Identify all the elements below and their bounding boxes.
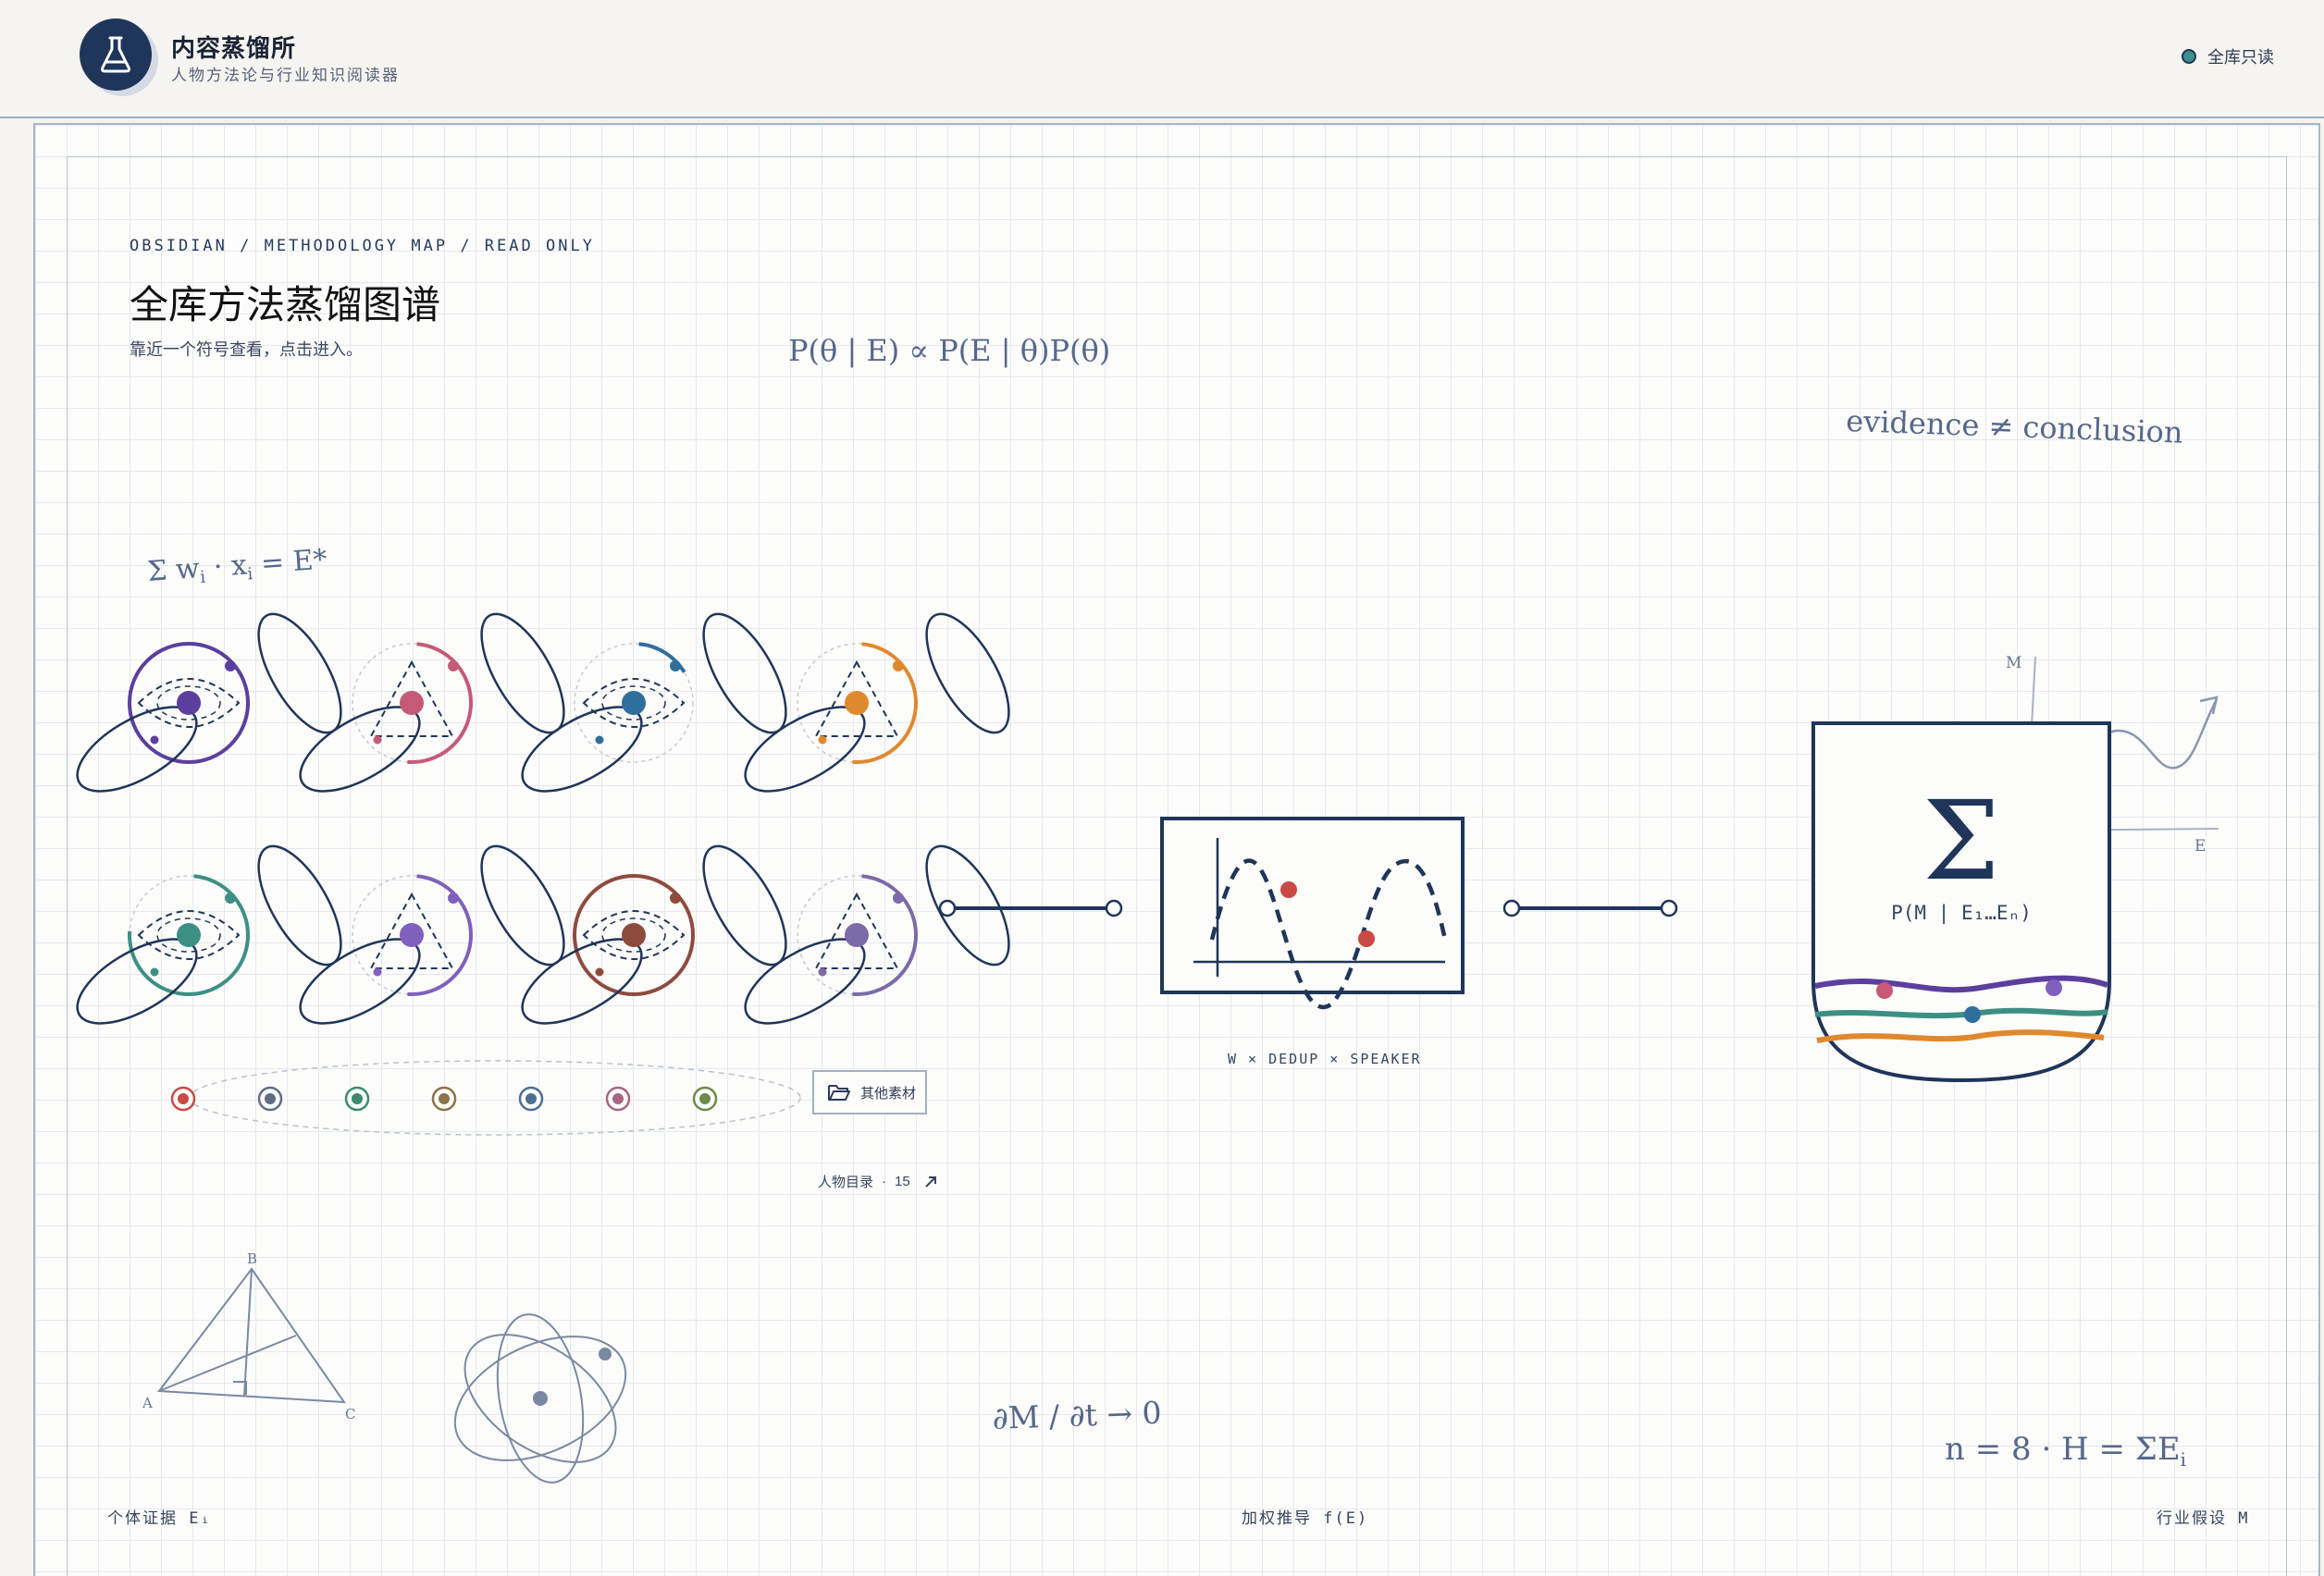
person-node[interactable] [65,834,357,1040]
person-satellite [818,967,827,977]
person-orbit [480,844,565,967]
person-node[interactable] [733,834,1025,1040]
directory-link-count: 15 [895,1174,910,1189]
formula-weighted-sum-rhs: = E* [251,543,328,581]
person-satellite [670,660,681,671]
other-materials-label: 其他素材 [860,1085,917,1102]
person-satellite [225,660,236,671]
person-orbit [257,844,342,967]
person-satellite [893,893,904,904]
extra-person-node[interactable] [344,1086,370,1112]
person-satellite [595,735,604,745]
person-node[interactable] [733,602,1025,808]
person-node[interactable] [288,602,580,808]
dedup-label: W × DEDUP × SPEAKER [1228,1051,1422,1067]
person-satellite [893,660,904,671]
extra-person-core [525,1093,537,1104]
extra-person-core [352,1093,363,1104]
directory-link-label: 人物目录 [818,1175,874,1190]
aggregate-label: P(M | E₁…Eₙ) [1891,902,2032,925]
extra-person-core [439,1093,450,1104]
footer-center-label: 加权推导 f(E) [1242,1509,1369,1528]
person-satellite [373,735,382,745]
person-satellite [150,735,159,745]
formula-count: n = 8 · H = ΣEi [1945,1431,2186,1471]
person-satellite [448,660,459,671]
formula-weighted-sum-mid: · x [204,549,248,585]
arrow-up-right-icon [924,1176,936,1188]
dedup-stage[interactable] [1160,817,1465,1009]
extra-person-node[interactable] [257,1086,283,1112]
person-nodes [65,602,1025,1040]
extra-person-core [265,1093,276,1104]
orbit-diagram [453,1313,627,1484]
person-orbit [702,844,787,967]
formula-bayes: P(θ | E) ∝ P(E | θ)P(θ) [788,333,1111,368]
person-satellite [225,893,236,904]
person-core [622,923,646,947]
page-title: 全库方法蒸馏图谱 [130,282,441,327]
person-orbit [702,612,787,734]
person-satellite [818,735,827,745]
person-satellite [595,967,604,977]
person-node[interactable] [288,834,580,1040]
directory-link-separator: · [882,1174,887,1189]
extra-person-core [699,1093,711,1104]
person-core [845,923,869,947]
folder-open-icon [828,1085,850,1101]
person-orbit [257,612,342,734]
aggregate-axis-e: E [2194,837,2206,856]
formula-derivative: ∂M / ∂t → 0 [992,1394,1163,1436]
person-core [622,691,646,715]
triangle-diagram [157,1267,346,1404]
extra-person-core [178,1093,189,1104]
footer-left-label: 个体证据 Eᵢ [107,1509,212,1528]
person-orbit [480,612,565,734]
extra-person-node[interactable] [431,1086,457,1112]
person-node[interactable] [65,602,357,808]
breadcrumb: OBSIDIAN / METHODOLOGY MAP / READ ONLY [130,237,595,255]
connector-persons-to-dedup [938,899,1123,917]
person-satellite [670,893,681,904]
aggregate-axis-m: M [2006,654,2021,672]
person-satellite [373,967,382,977]
person-core [400,923,424,947]
extra-person-core [612,1093,624,1104]
formula-weighted-sum: Σ wi · xi = E* [146,543,328,590]
triangle-label-b: B [247,1250,257,1267]
triangle-label-a: A [142,1395,153,1411]
person-node[interactable] [510,602,802,808]
other-materials-button[interactable]: 其他素材 [812,1070,927,1114]
formula-count-sub: i [2181,1448,2186,1471]
person-core [177,691,201,715]
page-hint: 靠近一个符号查看，点击进入。 [130,340,363,359]
extra-person-node[interactable] [605,1086,631,1112]
person-node[interactable] [510,834,802,1040]
person-core [845,691,869,715]
connector-dedup-to-aggregate [1502,899,1678,917]
extra-person-nodes [170,1060,801,1136]
person-core [177,923,201,947]
directory-link[interactable]: 人物目录 · 15 [818,1172,938,1191]
person-orbit [925,844,1010,967]
extra-person-node[interactable] [170,1086,196,1112]
person-core [400,691,424,715]
extra-person-node[interactable] [692,1086,718,1112]
formula-count-lhs: n = 8 · H = ΣE [1945,1431,2181,1468]
formula-weighted-sum-lhs: Σ w [146,552,201,588]
person-satellite [448,893,459,904]
person-satellite [150,967,159,977]
footer-right-label: 行业假设 M [2157,1509,2250,1528]
extra-person-node[interactable] [518,1086,544,1112]
person-orbit [925,612,1010,734]
triangle-label-c: C [345,1406,355,1422]
aggregate-sigma: Σ [1922,777,1999,905]
